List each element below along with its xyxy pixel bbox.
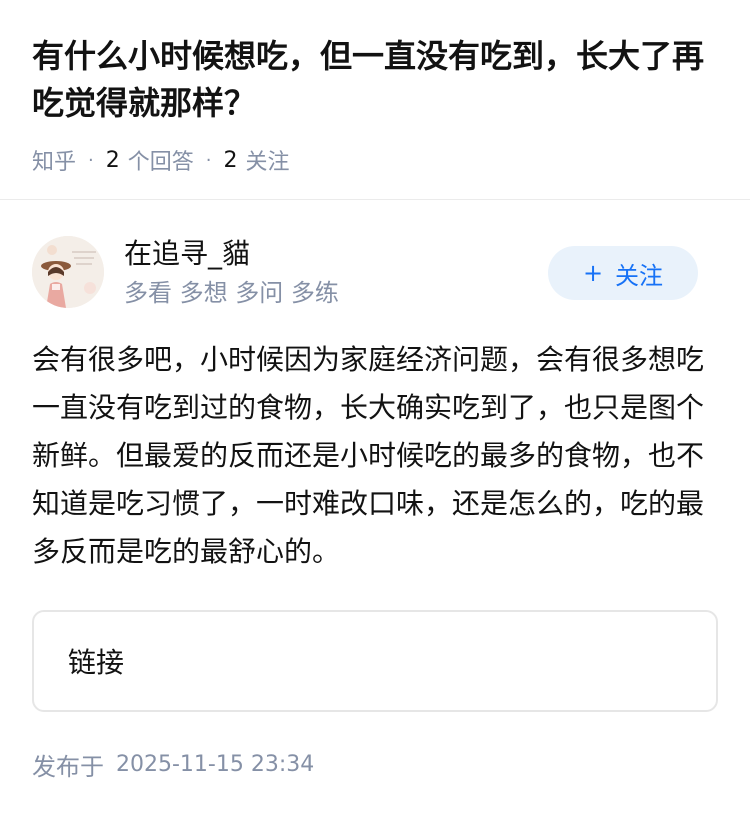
source-label[interactable]: 知乎: [32, 144, 76, 176]
publish-label: 发布于: [32, 752, 104, 781]
answer-count-label[interactable]: 个回答: [128, 144, 194, 176]
follow-button-label: 关注: [615, 261, 664, 290]
author-name[interactable]: 在追寻_貓: [124, 236, 250, 272]
answer-count: 2: [105, 147, 120, 173]
avatar-illustration-icon: [32, 236, 104, 308]
follower-count: 2: [223, 147, 238, 173]
link-card[interactable]: 链接: [32, 610, 718, 712]
question-meta: 知乎 · 2 个回答 · 2 关注: [32, 142, 290, 178]
link-card-label: 链接: [68, 646, 125, 679]
answer-content: 会有很多吧，小时候因为家庭经济问题，会有很多想吃一直没有吃到过的食物，长大确实吃…: [32, 343, 705, 568]
meta-separator: ·: [88, 149, 94, 171]
follow-button[interactable]: + 关注: [548, 246, 698, 300]
avatar[interactable]: [32, 236, 104, 308]
meta-separator: ·: [205, 149, 212, 171]
plus-icon: +: [582, 259, 604, 287]
publish-info: 发布于 2025-11-15 23:34: [32, 746, 314, 782]
follower-count-label[interactable]: 关注: [246, 144, 290, 176]
question-title[interactable]: 有什么小时候想吃，但一直没有吃到，长大了再吃觉得就那样？: [32, 33, 722, 127]
publish-time: 2025-11-15 23:34: [116, 751, 315, 777]
author-bio: 多看 多想 多问 多练: [124, 279, 339, 307]
question-header: 有什么小时候想吃，但一直没有吃到，长大了再吃觉得就那样？ 知乎 · 2 个回答 …: [0, 0, 750, 200]
